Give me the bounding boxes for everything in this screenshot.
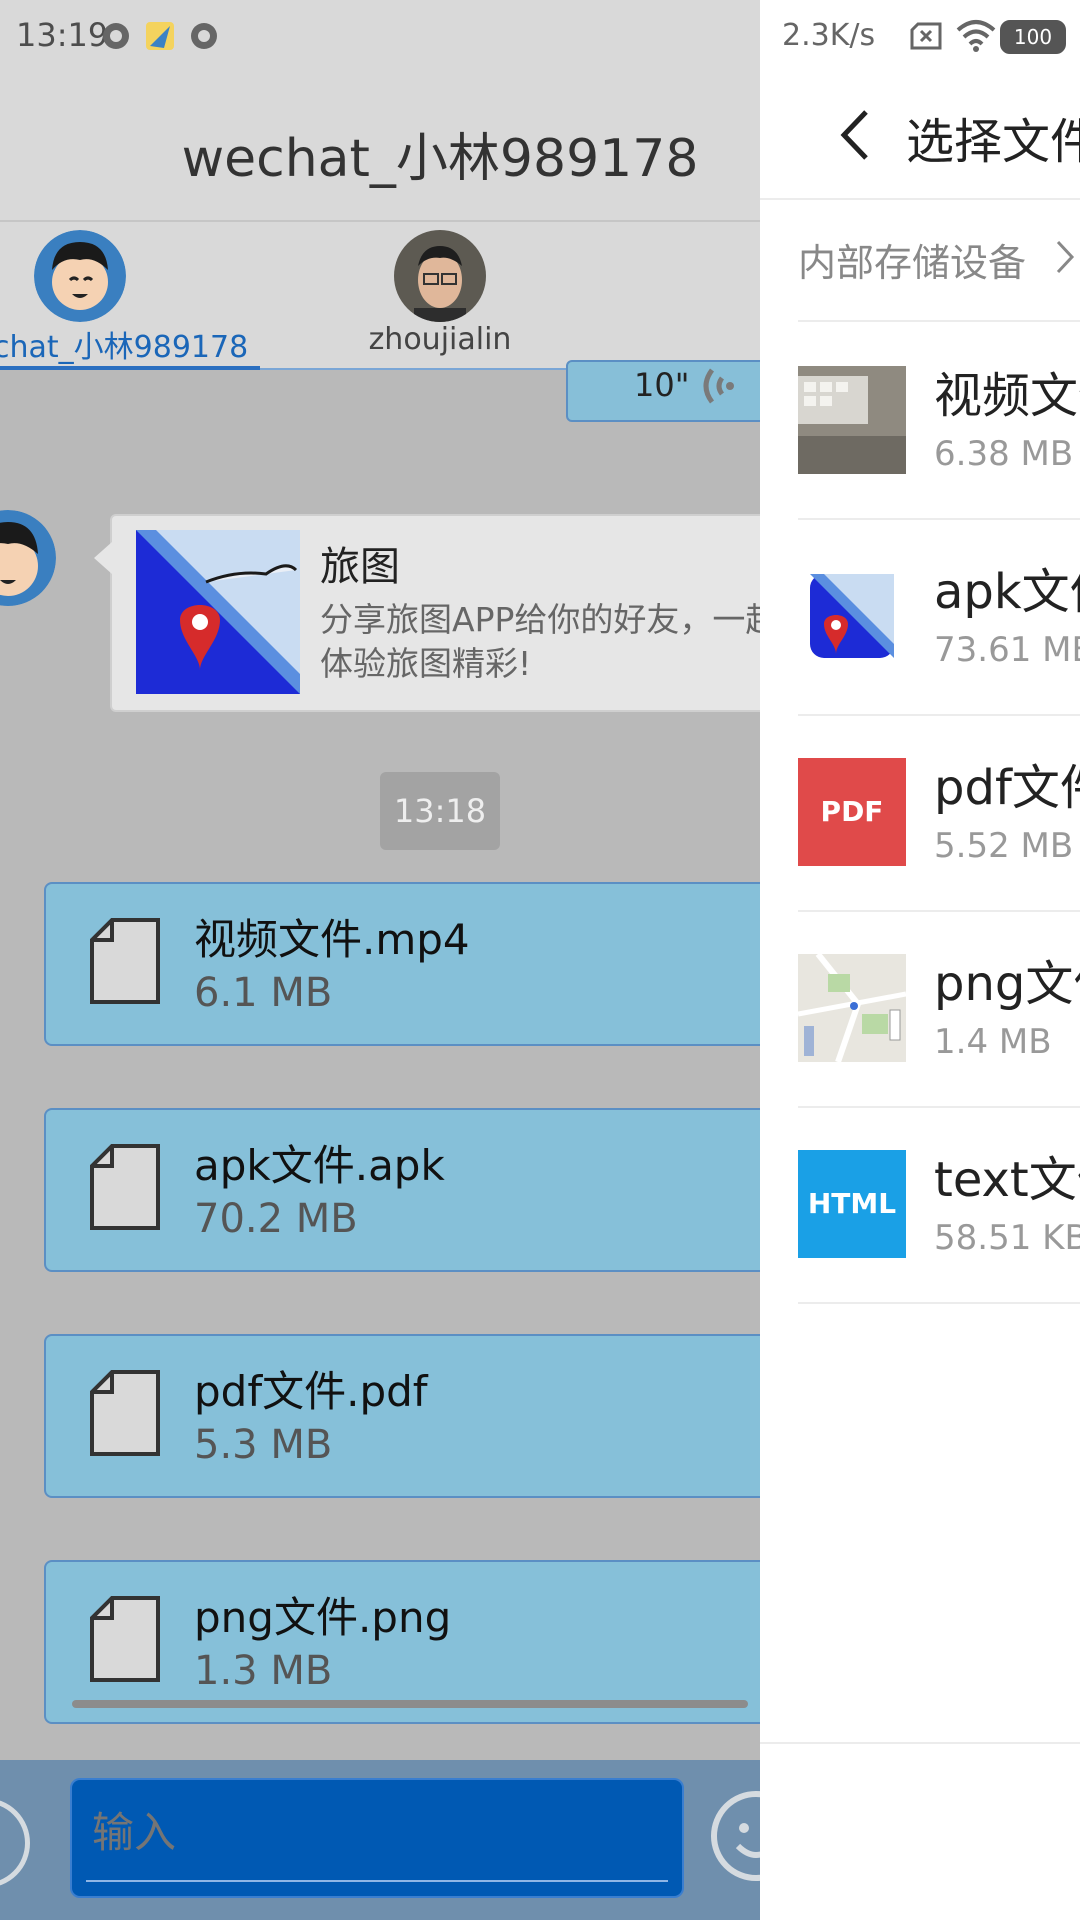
voice-duration: 10" <box>634 366 690 404</box>
chat-title: wechat_小林989178 <box>181 129 699 189</box>
share-title: 旅图 <box>320 544 400 590</box>
file-icon <box>90 918 160 1004</box>
message-input-box[interactable] <box>70 1778 684 1898</box>
message-input[interactable] <box>90 1796 654 1868</box>
app-icon <box>810 574 894 658</box>
file-name: pdf文件.pdf <box>194 1367 428 1416</box>
map-thumbnail <box>798 954 906 1062</box>
picker-item-size: 5.52 MB <box>934 826 1074 866</box>
picker-item-video[interactable]: 视频文件 6.38 MB <box>798 322 1080 520</box>
contact-tab-zhoujialin[interactable]: zhoujialin <box>310 222 570 370</box>
picker-item-apk[interactable]: apk文件 73.61 MB <box>798 518 1080 716</box>
status-time: 13:19 <box>16 16 109 54</box>
picker-item-size: 1.4 MB <box>934 1022 1052 1062</box>
file-message[interactable]: pdf文件.pdf 5.3 MB <box>44 1334 760 1498</box>
file-icon <box>90 1596 160 1682</box>
chevron-right-icon <box>1056 240 1075 274</box>
file-size: 1.3 MB <box>194 1648 333 1694</box>
message-list[interactable]: 10" 旅图 分享旅图APP给你的好友，一起体验旅图精彩! 13:18 视频文件… <box>0 360 760 1760</box>
file-size: 6.1 MB <box>194 970 333 1016</box>
input-bar <box>0 1760 760 1920</box>
picker-item-text[interactable]: HTML text文件 58.51 KB <box>798 1106 1080 1304</box>
contact-name: zhoujialin <box>368 322 512 357</box>
file-name: apk文件.apk <box>194 1141 445 1190</box>
no-sim-icon <box>910 22 942 50</box>
picker-header: 选择文件 <box>760 72 1080 200</box>
lutu-app-icon <box>136 530 300 694</box>
picker-item-size: 73.61 MB <box>934 630 1080 670</box>
avatar <box>394 230 486 322</box>
app-share-card[interactable]: 旅图 分享旅图APP给你的好友，一起体验旅图精彩! <box>94 514 760 712</box>
back-arrow-icon[interactable] <box>832 106 882 164</box>
picker-item-pdf[interactable]: PDF pdf文件 5.52 MB <box>798 714 1080 912</box>
file-message[interactable]: 视频文件.mp4 6.1 MB <box>44 882 760 1046</box>
file-name: png文件.png <box>194 1593 452 1642</box>
picker-item-name: text文件 <box>934 1152 1080 1208</box>
status-bar: 13:19 <box>0 0 760 72</box>
html-icon: HTML <box>798 1150 906 1258</box>
chat-header: wechat_小林989178 <box>0 72 760 222</box>
picker-item-name: apk文件 <box>934 564 1080 620</box>
picker-item-size: 58.51 KB <box>934 1218 1080 1258</box>
picker-item-name: pdf文件 <box>934 760 1080 816</box>
file-icon <box>90 1144 160 1230</box>
picker-item-name: 视频文件 <box>934 368 1080 424</box>
wifi-icon <box>956 20 996 52</box>
app-notification-icon <box>146 22 174 50</box>
picker-item-size: 6.38 MB <box>934 434 1074 474</box>
horizontal-scrollbar[interactable] <box>72 1700 748 1708</box>
voice-message[interactable]: 10" <box>566 360 760 422</box>
breadcrumb[interactable]: 内部存储设备 <box>798 232 1026 287</box>
file-size: 5.3 MB <box>194 1422 333 1468</box>
picker-title: 选择文件 <box>906 114 1080 170</box>
contact-tab-xiaolin[interactable]: wechat_小林989178 <box>0 222 249 370</box>
input-underline <box>86 1880 668 1882</box>
record-icon <box>191 23 217 49</box>
record-icon <box>103 23 129 49</box>
voice-toggle-button[interactable] <box>0 1798 30 1888</box>
chat-screen: 13:19 wechat_小林989178 chat_小林989178 zhou… <box>0 0 760 1920</box>
avatar <box>34 230 126 322</box>
sender-avatar[interactable] <box>0 510 56 606</box>
voice-wave-icon <box>703 368 734 404</box>
video-thumbnail <box>798 366 906 474</box>
contact-name: wechat_小林989178 <box>0 330 249 365</box>
share-description: 分享旅图APP给你的好友，一起体验旅图精彩! <box>320 600 760 683</box>
picker-item-png[interactable]: png文件 1.4 MB <box>798 910 1080 1108</box>
picker-item-name: png文件 <box>934 956 1080 1012</box>
screen: 13:19 wechat_小林989178 chat_小林989178 zhou… <box>0 0 1080 1920</box>
battery-indicator: 100 <box>1000 20 1066 54</box>
picker-footer <box>760 1742 1080 1920</box>
contact-tabs: wechat_小林989178 zhoujialin <box>0 222 760 370</box>
timestamp-chip: 13:18 <box>380 772 500 850</box>
file-message[interactable]: apk文件.apk 70.2 MB <box>44 1108 760 1272</box>
emoji-icon[interactable] <box>708 1788 760 1884</box>
network-speed: 2.3K/s <box>782 18 876 53</box>
file-picker-panel: 2.3K/s 100 选择文件 内部存储设备 视频文 6.38 MB apk文 … <box>760 0 1080 1920</box>
status-bar: 2.3K/s 100 <box>760 0 1080 72</box>
file-size: 70.2 MB <box>194 1196 358 1242</box>
file-name: 视频文件.mp4 <box>194 915 470 964</box>
file-icon <box>90 1370 160 1456</box>
pdf-icon: PDF <box>798 758 906 866</box>
